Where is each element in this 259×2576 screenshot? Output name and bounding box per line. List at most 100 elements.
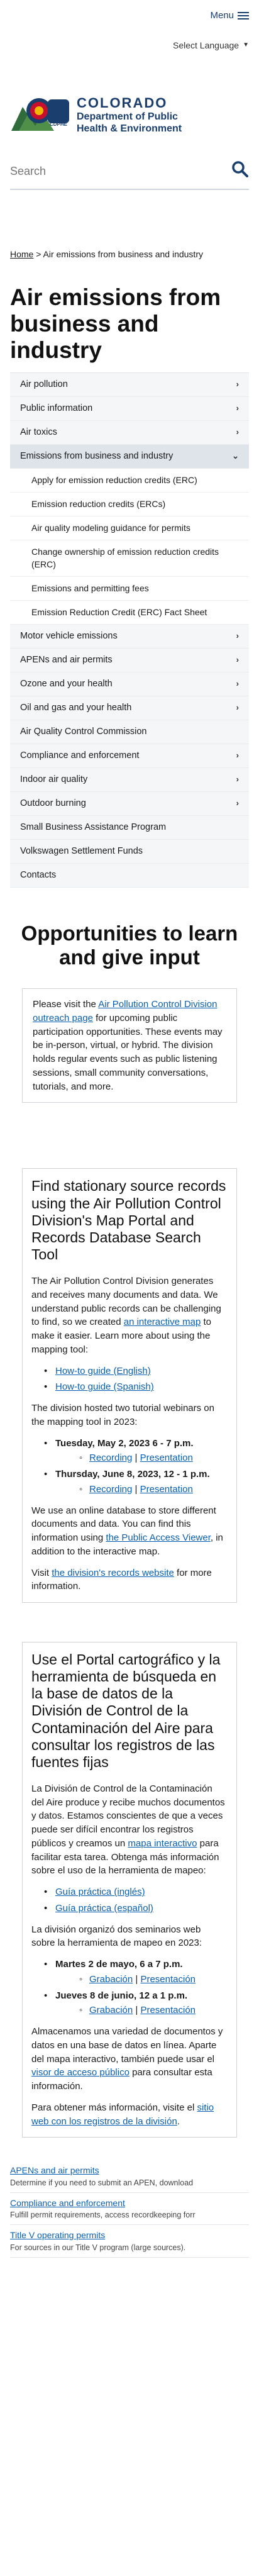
- presentation-link[interactable]: Presentation: [140, 1452, 193, 1463]
- public-access-viewer-link[interactable]: the Public Access Viewer: [106, 1532, 210, 1543]
- sidebar-item-label: Air pollution: [20, 379, 68, 389]
- outreach-card: Please visit the Air Pollution Control D…: [22, 988, 237, 1103]
- sidebar-item-contacts[interactable]: Contacts: [10, 863, 249, 888]
- section-title-opportunities: Opportunities to learn and give input: [21, 921, 238, 969]
- site-logo[interactable]: CDPHE COLORADO Department of Public Heal…: [0, 59, 259, 151]
- guide-english-link[interactable]: How-to guide (English): [55, 1366, 151, 1376]
- language-select[interactable]: Select Language ▼: [173, 39, 249, 52]
- webinar-intro: The division hosted two tutorial webinar…: [31, 1403, 214, 1427]
- recording-link[interactable]: Grabación: [89, 1974, 133, 1985]
- search-icon[interactable]: [231, 160, 249, 182]
- sidebar-subitem-change-ownership[interactable]: Change ownership of emission reduction c…: [10, 540, 249, 577]
- menu-button[interactable]: Menu: [210, 9, 249, 23]
- sidebar-item-label: APENs and air permits: [20, 654, 113, 665]
- sidebar-subitem-fees[interactable]: Emissions and permitting fees: [10, 576, 249, 601]
- sidebar-item-label: Public information: [20, 403, 93, 413]
- list-item: Tuesday, May 2, 2023 6 - 7 p.m. Recordin…: [31, 1437, 226, 1466]
- webinar-date: Jueves 8 de junio, 12 a 1 p.m.: [55, 1990, 188, 2001]
- sidebar-item-indoor-air[interactable]: Indoor air quality ›: [10, 767, 249, 792]
- sidebar-subitem-modeling-guidance[interactable]: Air quality modeling guidance for permit…: [10, 516, 249, 540]
- guide-list: How-to guide (English) How-to guide (Spa…: [31, 1364, 226, 1395]
- related-link-apens[interactable]: APENs and air permits: [10, 2165, 99, 2175]
- related-link-compliance[interactable]: Compliance and enforcement: [10, 2198, 125, 2208]
- guide-spanish-link[interactable]: How-to guide (Spanish): [55, 1381, 154, 1392]
- list-item: How-to guide (Spanish): [31, 1380, 226, 1394]
- presentation-link[interactable]: Presentación: [140, 1974, 196, 1985]
- list-item: Grabación | Presentación: [55, 1973, 226, 1987]
- sidebar-item-label: Small Business Assistance Program: [20, 822, 167, 832]
- webinar-list: Tuesday, May 2, 2023 6 - 7 p.m. Recordin…: [31, 1437, 226, 1497]
- interactive-map-link-es[interactable]: mapa interactivo: [128, 1838, 197, 1849]
- chevron-right-icon: ›: [236, 427, 239, 437]
- page-title: Air emissions from business and industry: [10, 284, 221, 363]
- sidebar-item-aqcc[interactable]: Air Quality Control Commission: [10, 720, 249, 744]
- list-item: APENs and air permits Determine if you n…: [10, 2160, 249, 2193]
- records-card-spanish: Use el Portal cartográfico y la herramie…: [22, 1642, 237, 2138]
- public-access-viewer-link-es[interactable]: visor de acceso público: [31, 2067, 130, 2078]
- logo-state: COLORADO: [77, 94, 168, 111]
- list-item: Grabación | Presentación: [55, 2004, 226, 2017]
- chevron-down-icon: ▼: [243, 41, 249, 48]
- sidebar-item-motor-vehicle[interactable]: Motor vehicle emissions ›: [10, 624, 249, 649]
- sidebar-item-public-information[interactable]: Public information ›: [10, 396, 249, 421]
- sidebar-item-ozone-health[interactable]: Ozone and your health ›: [10, 672, 249, 696]
- guide-english-link-es[interactable]: Guía práctica (inglés): [55, 1887, 145, 1897]
- list-item: Guía práctica (español): [31, 1902, 226, 1915]
- webinar-date: Thursday, June 8, 2023, 12 - 1 p.m.: [55, 1469, 210, 1480]
- webinar-intro-es: La división organizó dos seminarios web …: [31, 1924, 202, 1949]
- logo-badge-text: CDPHE: [50, 121, 68, 127]
- language-bar: Select Language ▼: [0, 34, 259, 59]
- sidebar-item-label: Contacts: [20, 869, 57, 880]
- list-item: Title V operating permits For sources in…: [10, 2225, 249, 2258]
- interactive-map-link[interactable]: an interactive map: [124, 1317, 201, 1327]
- database-text-es: Almacenamos una variedad de documentos y…: [31, 2026, 223, 2092]
- sidebar-item-oil-gas-health[interactable]: Oil and gas and your health ›: [10, 696, 249, 720]
- chevron-right-icon: ›: [236, 798, 239, 808]
- sidebar-subitem-apply-erc[interactable]: Apply for emission reduction credits (ER…: [10, 468, 249, 493]
- list-item: Recording | Presentation: [55, 1451, 226, 1465]
- recording-link[interactable]: Recording: [89, 1484, 132, 1495]
- chevron-right-icon: ›: [236, 702, 239, 712]
- list-item: Guía práctica (inglés): [31, 1885, 226, 1899]
- logo-dept-line2: Health & Environment: [77, 123, 182, 135]
- sidebar-item-volkswagen[interactable]: Volkswagen Settlement Funds: [10, 839, 249, 864]
- sidebar-item-outdoor-burning[interactable]: Outdoor burning ›: [10, 791, 249, 816]
- sidebar-item-apens-permits[interactable]: APENs and air permits ›: [10, 648, 249, 672]
- side-navigation: Air pollution › Public information › Air t…: [10, 372, 249, 888]
- search-input[interactable]: [10, 164, 199, 178]
- chevron-right-icon: ›: [236, 403, 239, 413]
- list-item: Martes 2 de mayo, 6 a 7 p.m. Grabación |…: [31, 1958, 226, 1987]
- sidebar-subitem-erc-fact-sheet[interactable]: Emission Reduction Credit (ERC) Fact She…: [10, 600, 249, 625]
- sidebar-item-label: Air Quality Control Commission: [20, 726, 147, 737]
- breadcrumb: Home > Air emissions from business and i…: [10, 248, 249, 260]
- breadcrumb-current: Air emissions from business and industry: [43, 249, 203, 259]
- sidebar-subitem-ercs[interactable]: Emission reduction credits (ERCs): [10, 492, 249, 516]
- chevron-down-icon: ⌄: [232, 450, 239, 460]
- webinar-date: Tuesday, May 2, 2023 6 - 7 p.m.: [55, 1437, 194, 1449]
- sidebar-item-air-toxics[interactable]: Air toxics ›: [10, 420, 249, 445]
- related-desc: Fulfill permit requirements, access reco…: [10, 2211, 196, 2220]
- sidebar-item-compliance[interactable]: Compliance and enforcement ›: [10, 744, 249, 768]
- sidebar-item-label: Indoor air quality: [20, 774, 88, 784]
- guide-spanish-link-es[interactable]: Guía práctica (español): [55, 1903, 153, 1914]
- presentation-link[interactable]: Presentación: [140, 2005, 196, 2016]
- records-website-text: Visit the division's records website for…: [31, 1567, 212, 1592]
- records-website-link[interactable]: the division's records website: [52, 1568, 174, 1578]
- recording-link[interactable]: Grabación: [89, 2005, 133, 2016]
- top-bar: Menu: [0, 0, 259, 34]
- recording-link[interactable]: Recording: [89, 1452, 132, 1463]
- related-link-title-v[interactable]: Title V operating permits: [10, 2230, 105, 2240]
- related-links: APENs and air permits Determine if you n…: [10, 2160, 249, 2258]
- breadcrumb-home-link[interactable]: Home: [10, 249, 33, 259]
- related-desc: For sources in our Title V program (larg…: [10, 2243, 186, 2252]
- sidebar-item-label: Oil and gas and your health: [20, 702, 132, 713]
- sidebar-item-air-pollution[interactable]: Air pollution ›: [10, 372, 249, 397]
- sidebar-item-small-business[interactable]: Small Business Assistance Program: [10, 815, 249, 840]
- list-item: Compliance and enforcement Fulfill permi…: [10, 2193, 249, 2226]
- list-item: Jueves 8 de junio, 12 a 1 p.m. Grabación…: [31, 1989, 226, 2018]
- sidebar-item-emissions-business-industry[interactable]: Emissions from business and industry ⌄: [10, 444, 249, 469]
- presentation-link[interactable]: Presentation: [140, 1484, 193, 1495]
- webinar-list-es: Martes 2 de mayo, 6 a 7 p.m. Grabación |…: [31, 1958, 226, 2017]
- chevron-right-icon: ›: [236, 774, 239, 784]
- menu-label: Menu: [210, 10, 234, 21]
